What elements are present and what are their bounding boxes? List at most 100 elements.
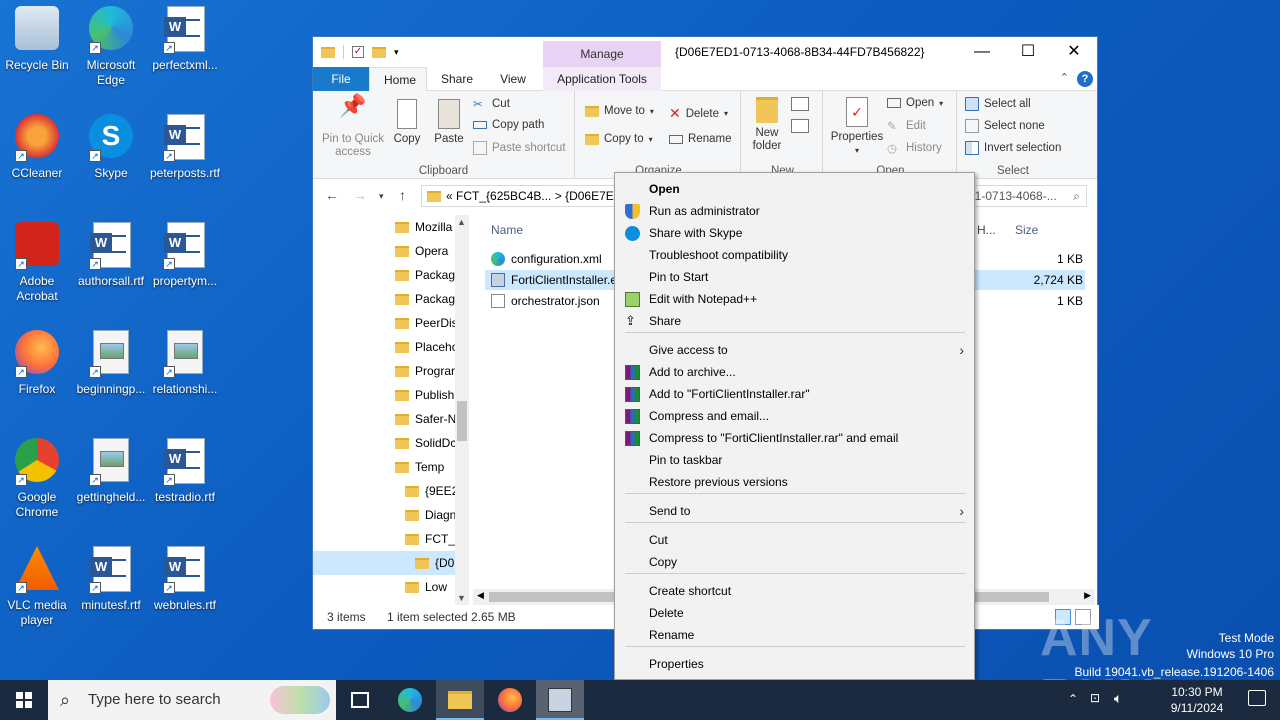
context-menu-item[interactable]: Delete xyxy=(615,602,974,624)
desktop-icon[interactable]: W ↗ testradio.rtf xyxy=(148,438,222,505)
context-menu-item[interactable]: Properties xyxy=(615,653,974,675)
tab-view[interactable]: View xyxy=(485,67,541,91)
column-size[interactable]: Size xyxy=(1015,223,1038,237)
context-menu-item[interactable]: Restore previous versions xyxy=(615,471,974,493)
nav-tree-item[interactable]: Opera xyxy=(313,239,469,263)
nav-tree-item[interactable]: Temp xyxy=(313,455,469,479)
nav-scrollbar[interactable]: ▲ ▼ xyxy=(455,215,469,605)
collapse-ribbon-icon[interactable]: ⌃ xyxy=(1060,71,1069,84)
desktop-icon[interactable]: ↗ Microsoft Edge xyxy=(74,6,148,88)
nav-tree-item[interactable]: {D06 xyxy=(313,551,469,575)
pin-to-quick-access-button[interactable]: 📌 Pin to Quick access xyxy=(319,95,387,159)
desktop-icon[interactable]: W ↗ minutesf.rtf xyxy=(74,546,148,613)
nav-tree-item[interactable]: Mozilla xyxy=(313,215,469,239)
notification-icon[interactable] xyxy=(1248,690,1266,706)
nav-tree-item[interactable]: SolidDc xyxy=(313,431,469,455)
scroll-left-icon[interactable]: ◀ xyxy=(477,590,484,601)
desktop-icon[interactable]: ↗ gettingheld... xyxy=(74,438,148,505)
desktop-icon[interactable]: ↗ relationshi... xyxy=(148,330,222,397)
context-menu-item[interactable]: Give access to › xyxy=(615,339,974,361)
copy-path-button[interactable]: Copy path xyxy=(473,119,544,131)
properties-qat-icon[interactable]: ✓ xyxy=(352,46,364,58)
desktop-icon[interactable]: W ↗ webrules.rtf xyxy=(148,546,222,613)
paste-button[interactable]: Paste xyxy=(431,99,467,146)
tab-share[interactable]: Share xyxy=(429,67,485,91)
context-menu-item[interactable]: Open xyxy=(615,178,974,200)
network-icon[interactable]: ⊡ xyxy=(1090,691,1100,705)
new-folder-button[interactable]: New folder xyxy=(749,97,785,153)
desktop-icon[interactable]: ↗ Google Chrome xyxy=(0,438,74,520)
task-view-button[interactable] xyxy=(336,680,384,720)
nav-tree-item[interactable]: Diagn xyxy=(313,503,469,527)
tab-file[interactable]: File xyxy=(313,67,369,91)
desktop-icon[interactable]: S ↗ Skype xyxy=(74,114,148,181)
tab-application-tools[interactable]: Application Tools xyxy=(543,67,661,91)
rename-button[interactable]: Rename xyxy=(669,133,731,145)
desktop-icon[interactable]: W ↗ propertym... xyxy=(148,222,222,289)
copy-to-button[interactable]: Copy to ▾ xyxy=(585,133,653,145)
nav-tree-item[interactable]: Packag xyxy=(313,287,469,311)
nav-tree-item[interactable]: Placeho xyxy=(313,335,469,359)
recent-locations-icon[interactable]: ▾ xyxy=(379,191,384,202)
nav-tree-item[interactable]: PeerDis xyxy=(313,311,469,335)
scroll-up-icon[interactable]: ▲ xyxy=(457,217,466,227)
tab-home[interactable]: Home xyxy=(369,67,427,91)
context-menu-item[interactable]: Edit with Notepad++ xyxy=(615,288,974,310)
context-menu-item[interactable]: Pin to taskbar xyxy=(615,449,974,471)
taskbar-installer[interactable] xyxy=(536,680,584,720)
desktop-icon[interactable]: W ↗ authorsall.rtf xyxy=(74,222,148,289)
new-folder-qat-icon[interactable] xyxy=(372,46,386,58)
desktop-icon[interactable]: ↗ VLC media player xyxy=(0,546,74,628)
volume-icon[interactable]: 🔈︎ xyxy=(1114,690,1122,707)
move-to-button[interactable]: Move to ▾ xyxy=(585,105,654,117)
desktop-icon[interactable]: ↗ beginningp... xyxy=(74,330,148,397)
help-icon[interactable]: ? xyxy=(1077,71,1093,87)
context-menu-item[interactable]: Share with Skype xyxy=(615,222,974,244)
taskbar-file-explorer[interactable] xyxy=(436,680,484,720)
taskbar-edge[interactable] xyxy=(386,680,434,720)
context-menu-item[interactable]: Add to archive... xyxy=(615,361,974,383)
delete-button[interactable]: ✕ Delete ▾ xyxy=(669,105,728,122)
context-menu-item[interactable]: Troubleshoot compatibility xyxy=(615,244,974,266)
address-field[interactable]: « FCT_{625BC4B... > {D06E7ED xyxy=(421,185,621,207)
customize-qat-icon[interactable]: ▾ xyxy=(394,47,399,58)
context-menu-item[interactable]: Run as administrator xyxy=(615,200,974,222)
desktop-icon[interactable]: W ↗ perfectxml... xyxy=(148,6,222,73)
context-menu-item[interactable]: Pin to Start xyxy=(615,266,974,288)
nav-tree-item[interactable]: Packag xyxy=(313,263,469,287)
cut-button[interactable]: ✂ Cut xyxy=(473,97,510,111)
desktop-icon[interactable]: ↗ Firefox xyxy=(0,330,74,397)
history-button[interactable]: ◷ History xyxy=(887,141,942,155)
nav-tree-item[interactable]: Prograr xyxy=(313,359,469,383)
start-button[interactable] xyxy=(0,680,48,720)
back-arrow-icon[interactable]: ← xyxy=(325,187,339,203)
nav-tree-item[interactable]: FCT_{ xyxy=(313,527,469,551)
scroll-down-icon[interactable]: ▼ xyxy=(457,593,466,603)
context-menu-item[interactable]: Compress and email... xyxy=(615,405,974,427)
scroll-right-icon[interactable]: ▶ xyxy=(1084,590,1091,601)
nav-tree-item[interactable]: {9EE2! xyxy=(313,479,469,503)
nav-tree-item[interactable]: Publish xyxy=(313,383,469,407)
column-name[interactable]: Name xyxy=(491,223,523,237)
invert-selection-button[interactable]: Invert selection xyxy=(965,141,1061,155)
clock[interactable]: 10:30 PM 9/11/2024 xyxy=(1162,684,1232,716)
select-none-button[interactable]: Select none xyxy=(965,119,1045,133)
context-menu-item[interactable]: ⇪ Share xyxy=(615,310,974,332)
desktop-icon[interactable]: ↗ Adobe Acrobat xyxy=(0,222,74,304)
edit-button[interactable]: ✎ Edit xyxy=(887,119,926,133)
open-button[interactable]: Open ▾ xyxy=(887,97,943,109)
desktop-icon[interactable]: W ↗ peterposts.rtf xyxy=(148,114,222,181)
scroll-thumb[interactable] xyxy=(457,401,467,441)
easy-access-icon[interactable] xyxy=(791,119,809,133)
desktop-icon[interactable]: Recycle Bin xyxy=(0,6,74,73)
maximize-button[interactable]: ☐ xyxy=(1005,37,1051,67)
properties-button[interactable]: ✓ Properties ▾ xyxy=(829,97,885,157)
close-button[interactable]: ✕ xyxy=(1051,37,1097,67)
context-menu-item[interactable]: Rename xyxy=(615,624,974,646)
nav-tree-item[interactable]: Low xyxy=(313,575,469,599)
context-menu-item[interactable]: Send to › xyxy=(615,500,974,522)
column-h[interactable]: H... xyxy=(977,223,996,237)
context-menu-item[interactable]: Compress to "FortiClientInstaller.rar" a… xyxy=(615,427,974,449)
taskbar-firefox[interactable] xyxy=(486,680,534,720)
forward-arrow-icon[interactable]: → xyxy=(353,187,367,203)
